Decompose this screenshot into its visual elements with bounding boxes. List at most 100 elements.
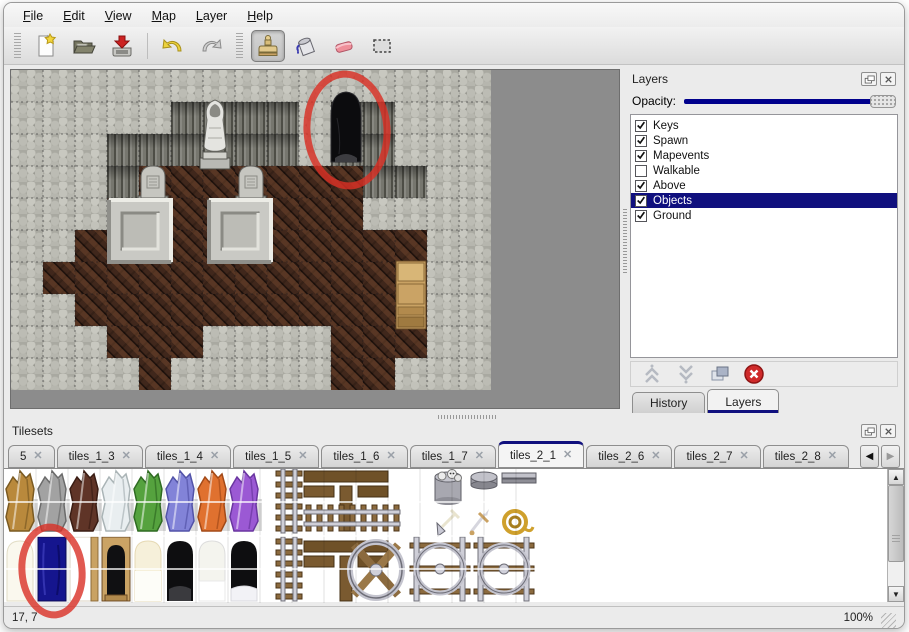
float-panel-icon[interactable]	[861, 72, 877, 86]
tileset-tile-sword[interactable]	[470, 509, 490, 536]
map-tile	[11, 166, 43, 198]
map-tile	[107, 102, 139, 134]
tileset-tile-rope[interactable]	[504, 511, 533, 533]
layer-visibility-checkbox[interactable]	[635, 135, 647, 147]
scroll-up-icon[interactable]: ▲	[888, 469, 904, 485]
scrollbar-track[interactable]	[888, 485, 904, 586]
tileset-tile-door-pale[interactable]	[135, 541, 161, 601]
tileset-scrollbar[interactable]: ▲ ▼	[887, 469, 904, 602]
dock-tab-layers[interactable]: Layers	[707, 389, 779, 413]
menu-edit[interactable]: Edit	[54, 7, 94, 25]
new-map-button[interactable]	[29, 30, 63, 62]
tileset-tab-tiles_2_6[interactable]: tiles_2_6✕	[586, 445, 672, 468]
tileset-tile-rail-h[interactable]	[304, 505, 400, 531]
layer-visibility-checkbox[interactable]	[635, 165, 647, 177]
map-tile	[331, 326, 363, 358]
tab-scroll-left-icon[interactable]: ◀	[860, 445, 879, 468]
map-tile	[395, 230, 427, 262]
tileset-tab-tiles_2_1[interactable]: tiles_2_1✕	[498, 441, 584, 468]
opacity-slider-track[interactable]	[684, 99, 894, 104]
tab-close-icon[interactable]: ✕	[475, 451, 484, 462]
tileset-tab-tiles_2_7[interactable]: tiles_2_7✕	[674, 445, 760, 468]
tileset-tab-tiles_1_7[interactable]: tiles_1_7✕	[410, 445, 496, 468]
opacity-slider[interactable]	[684, 94, 896, 109]
tileset-tile-arch-black[interactable]	[167, 541, 193, 601]
opacity-slider-handle[interactable]	[870, 95, 896, 108]
layer-visibility-checkbox[interactable]	[635, 180, 647, 192]
map-tile	[267, 102, 299, 134]
tileset-tab-tiles_2_8[interactable]: tiles_2_8✕	[763, 445, 849, 468]
tab-close-icon[interactable]: ✕	[386, 451, 395, 462]
chevron-up-icon	[641, 363, 663, 385]
select-tool-button[interactable]	[365, 30, 399, 62]
tab-close-icon[interactable]: ✕	[210, 451, 219, 462]
horizontal-splitter[interactable]	[4, 413, 904, 421]
save-map-button[interactable]	[105, 30, 139, 62]
tileset-tile-shovel[interactable]	[437, 510, 459, 536]
open-map-button[interactable]	[67, 30, 101, 62]
float-panel-icon[interactable]	[861, 424, 877, 438]
scrollbar-thumb[interactable]	[888, 485, 904, 562]
delete-layer-button[interactable]	[743, 363, 765, 385]
menu-help[interactable]: Help	[238, 7, 282, 25]
menu-layer[interactable]: Layer	[187, 7, 236, 25]
close-panel-icon[interactable]	[880, 424, 896, 438]
tileset-tab-tiles_1_5[interactable]: tiles_1_5✕	[233, 445, 319, 468]
tileset-tab-5[interactable]: 5✕	[8, 445, 55, 468]
map-tile	[235, 262, 267, 294]
scroll-down-icon[interactable]: ▼	[888, 586, 904, 602]
tileset-tab-tiles_1_4[interactable]: tiles_1_4✕	[145, 445, 231, 468]
map-tile	[11, 294, 43, 326]
tab-scroll-right-icon[interactable]: ▶	[881, 445, 900, 468]
eraser-tool-button[interactable]	[327, 30, 361, 62]
layer-row-objects[interactable]: Objects	[631, 193, 897, 208]
tileset-tile-arch-black-snow[interactable]	[231, 541, 257, 601]
map-canvas[interactable]	[10, 69, 620, 409]
duplicate-layer-button[interactable]	[709, 363, 731, 385]
layer-visibility-checkbox[interactable]	[635, 195, 647, 207]
tileset-tile-beam[interactable]	[502, 473, 536, 483]
tab-close-icon[interactable]: ✕	[298, 451, 307, 462]
tab-close-icon[interactable]: ✕	[651, 451, 660, 462]
tileset-tab-tiles_1_3[interactable]: tiles_1_3✕	[57, 445, 143, 468]
layer-visibility-checkbox[interactable]	[635, 150, 647, 162]
map-tile	[395, 326, 427, 358]
menu-view[interactable]: View	[96, 7, 141, 25]
tab-close-icon[interactable]: ✕	[828, 451, 837, 462]
tileset-tile-door-ghost[interactable]	[7, 541, 33, 601]
resize-grip[interactable]	[881, 613, 896, 628]
tab-close-icon[interactable]: ✕	[33, 451, 42, 462]
tileset-tile-pillar-skulls[interactable]	[435, 470, 462, 506]
map-tile	[171, 70, 203, 102]
close-panel-icon[interactable]	[880, 72, 896, 86]
layer-row-spawn[interactable]: Spawn	[631, 133, 897, 148]
toolbar-handle[interactable]	[236, 33, 243, 59]
vertical-splitter[interactable]	[620, 69, 630, 413]
fill-tool-button[interactable]	[289, 30, 323, 62]
layer-row-above[interactable]: Above	[631, 178, 897, 193]
toolbar-handle[interactable]	[14, 33, 21, 59]
menu-file[interactable]: File	[14, 7, 52, 25]
layer-visibility-checkbox[interactable]	[635, 210, 647, 222]
tileset-tab-tiles_1_6[interactable]: tiles_1_6✕	[321, 445, 407, 468]
layer-row-walkable[interactable]: Walkable	[631, 163, 897, 178]
tab-close-icon[interactable]: ✕	[563, 450, 572, 461]
move-layer-down-button[interactable]	[675, 363, 697, 385]
layer-visibility-checkbox[interactable]	[635, 120, 647, 132]
layer-actions	[630, 361, 898, 387]
map-tile	[203, 262, 235, 294]
tileset-tile-arch-white[interactable]	[199, 541, 225, 601]
stamp-tool-button[interactable]	[251, 30, 285, 62]
tab-close-icon[interactable]: ✕	[740, 451, 749, 462]
move-layer-up-button[interactable]	[641, 363, 663, 385]
redo-button[interactable]	[194, 30, 228, 62]
undo-button[interactable]	[156, 30, 190, 62]
layer-row-mapevents[interactable]: Mapevents	[631, 148, 897, 163]
tab-close-icon[interactable]: ✕	[122, 451, 131, 462]
layer-row-ground[interactable]: Ground	[631, 208, 897, 223]
layer-row-keys[interactable]: Keys	[631, 118, 897, 133]
chevron-down-icon	[675, 363, 697, 385]
map-tile	[363, 166, 395, 198]
dock-tab-history[interactable]: History	[632, 392, 705, 413]
menu-map[interactable]: Map	[143, 7, 185, 25]
